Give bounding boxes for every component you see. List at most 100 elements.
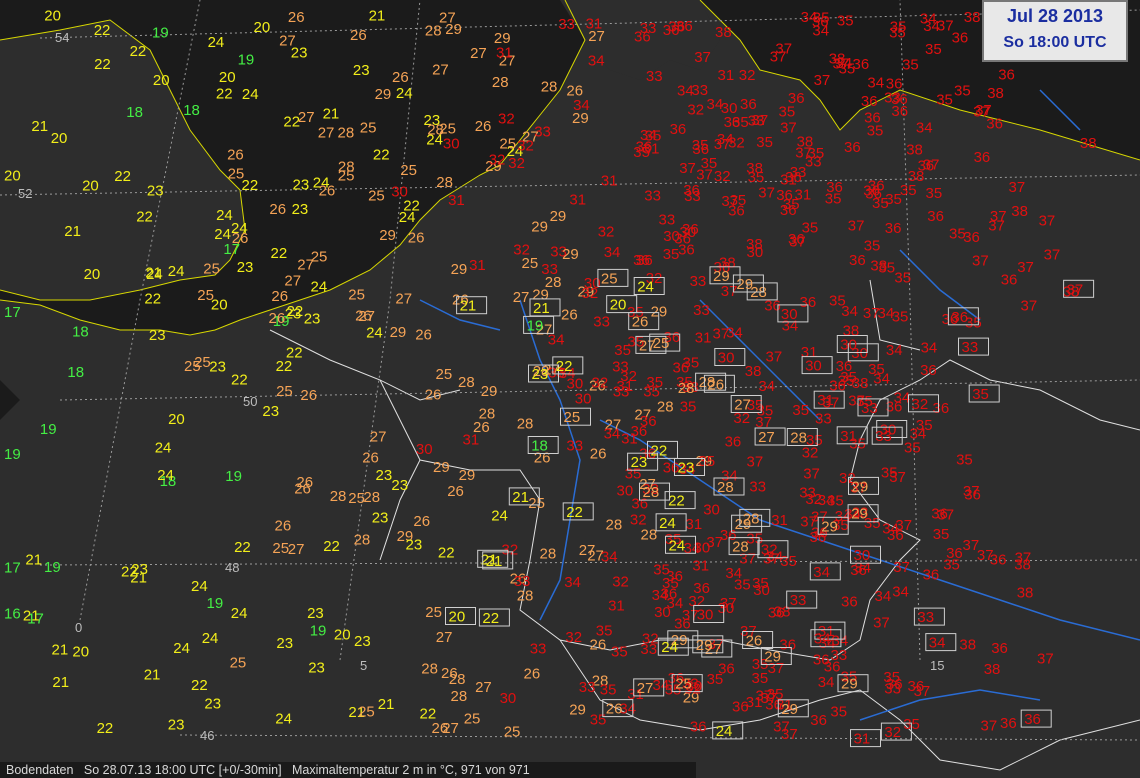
station-value: 21 xyxy=(378,696,395,713)
station-value: 38 xyxy=(984,661,1001,678)
station-value: 35 xyxy=(611,643,628,660)
station-value: 34 xyxy=(717,131,734,148)
station-value: 24 xyxy=(242,86,259,103)
station-value: 36 xyxy=(990,551,1007,568)
station-value: 22 xyxy=(130,43,147,60)
boxed-station-value: 27 xyxy=(734,397,751,414)
station-value: 30 xyxy=(679,224,696,241)
station-value: 29 xyxy=(375,86,392,103)
station-value: 28 xyxy=(330,488,347,505)
station-value: 36 xyxy=(718,661,735,678)
station-value: 20 xyxy=(334,627,351,644)
station-value: 26 xyxy=(227,147,244,164)
station-value: 36 xyxy=(690,718,707,735)
station-value: 24 xyxy=(366,325,383,342)
station-value: 34 xyxy=(601,548,618,565)
station-value: 22 xyxy=(323,538,340,555)
station-value: 25 xyxy=(203,260,220,277)
station-value: 24 xyxy=(216,207,233,224)
station-value: 34 xyxy=(573,97,590,114)
station-value: 25 xyxy=(230,654,247,671)
station-value: 35 xyxy=(881,464,898,481)
station-value: 36 xyxy=(861,93,878,110)
boxed-station-value: 20 xyxy=(449,609,466,626)
station-value: 16 xyxy=(4,606,21,623)
station-value: 33 xyxy=(541,261,558,278)
station-value: 25 xyxy=(504,723,521,740)
station-value: 30 xyxy=(575,390,592,407)
station-value: 20 xyxy=(4,168,21,185)
station-value: 37 xyxy=(758,184,775,201)
station-value: 37 xyxy=(972,253,989,270)
station-value: 24 xyxy=(157,467,174,484)
station-value: 28 xyxy=(540,546,557,563)
station-value: 34 xyxy=(886,342,903,359)
station-value: 27 xyxy=(370,429,387,446)
station-value: 35 xyxy=(692,137,709,154)
station-value: 35 xyxy=(868,361,885,378)
status-footer: Bodendaten So 28.07.13 18:00 UTC [+0/-30… xyxy=(0,762,696,778)
station-value: 32 xyxy=(508,155,525,172)
station-value: 22 xyxy=(286,345,303,362)
station-value: 36 xyxy=(810,712,827,729)
station-value: 26 xyxy=(425,387,442,404)
station-value: 27 xyxy=(358,308,375,325)
station-value: 30 xyxy=(416,441,433,458)
boxed-station-value: 29 xyxy=(781,701,798,718)
station-value: 35 xyxy=(954,83,971,100)
station-value: 37 xyxy=(679,160,696,177)
station-value: 23 xyxy=(147,183,164,200)
station-value: 28 xyxy=(678,380,695,397)
station-value: 37 xyxy=(766,348,783,365)
station-value: 33 xyxy=(884,681,901,698)
station-value: 24 xyxy=(275,711,292,728)
station-value: 22 xyxy=(94,22,111,39)
station-value: 33 xyxy=(659,211,676,228)
boxed-station-value: 23 xyxy=(532,366,549,383)
boxed-station-value: 21 xyxy=(533,300,550,317)
station-value: 29 xyxy=(379,227,396,244)
station-value: 35 xyxy=(943,557,960,574)
station-value: 36 xyxy=(931,506,948,523)
boxed-station-value: 32 xyxy=(761,542,778,559)
station-value: 36 xyxy=(661,585,678,602)
boxed-station-value: 24 xyxy=(661,639,678,656)
boxed-station-value: 32 xyxy=(884,724,901,741)
station-value: 37 xyxy=(914,683,931,700)
boxed-station-value: 33 xyxy=(917,609,934,626)
station-value: 36 xyxy=(841,594,858,611)
station-value: 38 xyxy=(829,51,846,68)
station-value: 35 xyxy=(756,134,773,151)
station-value: 35 xyxy=(902,56,919,73)
station-value: 30 xyxy=(567,376,584,393)
station-value: 25 xyxy=(464,710,481,727)
station-value: 28 xyxy=(641,527,658,544)
station-value: 22 xyxy=(283,114,300,131)
station-value: 36 xyxy=(1000,715,1017,732)
station-value: 31 xyxy=(795,186,812,203)
station-value: 31 xyxy=(643,140,660,157)
station-value: 38 xyxy=(774,603,791,620)
station-value: 24 xyxy=(396,85,413,102)
station-value: 33 xyxy=(530,640,547,657)
station-value: 37 xyxy=(747,454,764,471)
station-value: 20 xyxy=(168,411,185,428)
station-value: 35 xyxy=(590,712,607,729)
station-value: 33 xyxy=(646,68,663,85)
station-value: 30 xyxy=(443,135,460,152)
station-value: 34 xyxy=(921,340,938,357)
station-value: 23 xyxy=(168,717,185,734)
station-value: 34 xyxy=(875,588,892,605)
station-value: 36 xyxy=(923,567,940,584)
station-value: 22 xyxy=(234,539,251,556)
station-value: 31 xyxy=(469,257,486,274)
station-value: 24 xyxy=(214,226,231,243)
station-value: 36 xyxy=(728,202,745,219)
station-value: 31 xyxy=(771,512,788,529)
station-value: 23 xyxy=(209,359,226,376)
valid-time-box: Jul 28 2013 So 18:00 UTC xyxy=(982,0,1128,62)
station-value: 37 xyxy=(981,718,998,735)
station-value: 29 xyxy=(445,21,462,38)
station-value: 36 xyxy=(974,149,991,166)
station-value: 23 xyxy=(149,327,166,344)
